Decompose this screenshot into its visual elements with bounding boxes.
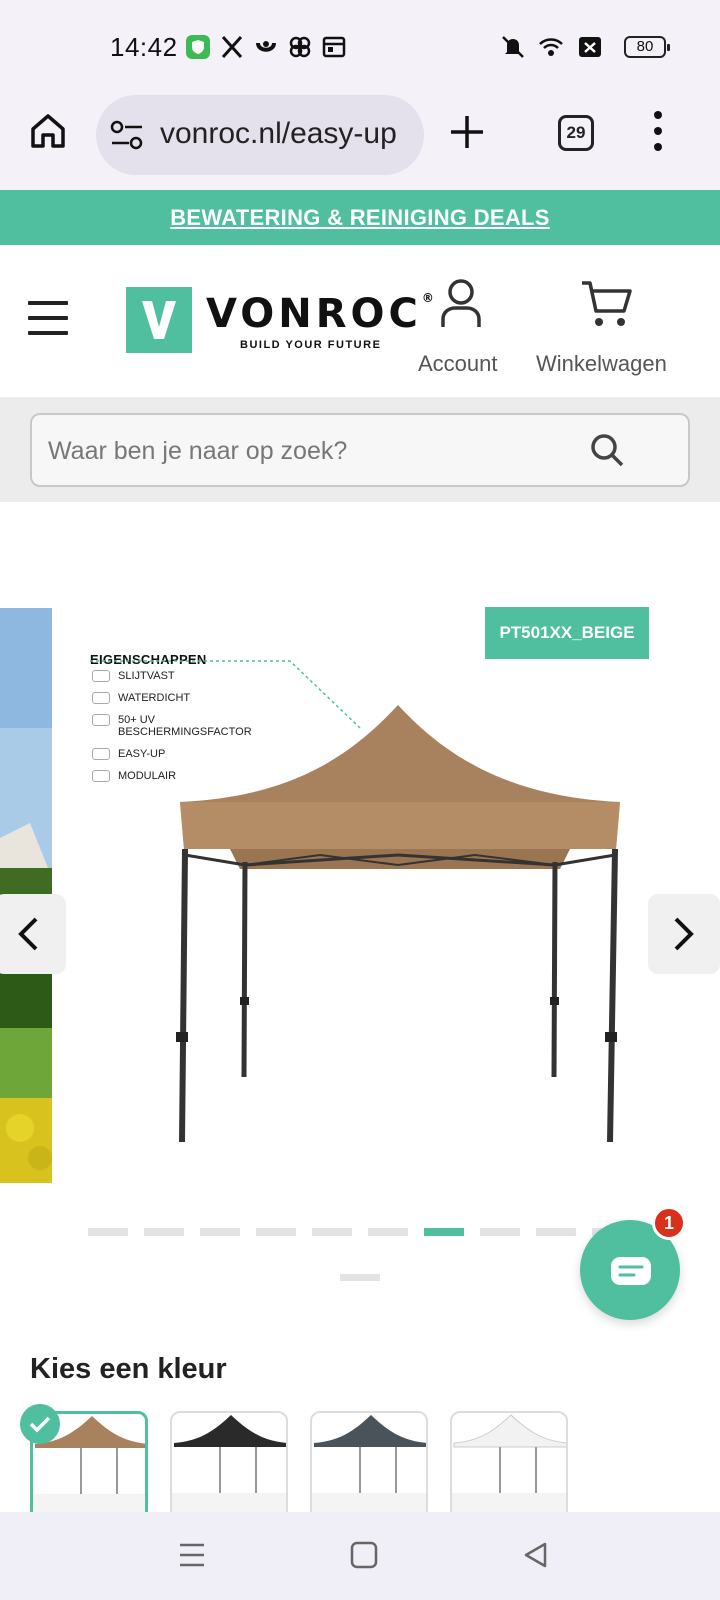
logo-mark[interactable] [126, 287, 192, 353]
promo-banner-link[interactable]: BEWATERING & REINIGING DEALS [170, 205, 550, 230]
gallery-dot[interactable] [368, 1228, 408, 1236]
gallery-prev-button[interactable] [0, 894, 66, 974]
home-icon[interactable] [28, 111, 68, 151]
promo-banner[interactable]: BEWATERING & REINIGING DEALS [0, 190, 720, 245]
cart-label[interactable]: Winkelwagen [536, 351, 667, 377]
property-item: EASY-UP [92, 748, 165, 761]
gallery-dot[interactable] [536, 1228, 576, 1236]
sku-badge: PT501XX_BEIGE [485, 607, 649, 659]
secondary-indicator [340, 1274, 380, 1281]
search-section: Waar ben je naar op zoek? [0, 397, 720, 502]
gallery-dot[interactable] [424, 1228, 464, 1236]
chat-icon [611, 1257, 651, 1285]
chat-unread-badge: 1 [652, 1206, 686, 1240]
home-nav-icon[interactable] [350, 1541, 378, 1569]
status-time: 14:42 [110, 32, 178, 62]
back-nav-icon[interactable] [522, 1541, 548, 1569]
x-app-icon [221, 35, 243, 59]
product-gallery: PT501XX_BEIGE EIGENSCHAPPEN SLIJTVAST WA… [0, 502, 720, 1322]
wifi-icon [539, 38, 563, 56]
battery-icon: 80 [624, 36, 670, 58]
url-text: vonroc.nl/easy-up [160, 117, 397, 150]
gallery-dot[interactable] [200, 1228, 240, 1236]
gallery-next-button[interactable] [648, 894, 720, 974]
pinwheel-icon [289, 36, 311, 58]
property-item: SLIJTVAST [92, 670, 175, 683]
color-picker-title: Kies een kleur [30, 1353, 227, 1385]
app-icon [256, 41, 276, 52]
color-swatch-black[interactable] [170, 1411, 288, 1521]
search-placeholder: Waar ben je naar op zoek? [48, 437, 348, 465]
gallery-dot[interactable] [88, 1228, 128, 1236]
new-tab-icon[interactable] [448, 113, 486, 151]
color-swatch-white[interactable] [450, 1411, 568, 1521]
recent-apps-icon[interactable] [178, 1542, 206, 1568]
property-item: 50+ UV [92, 714, 155, 727]
x-box-icon [579, 37, 601, 57]
property-item: MODULAIR [92, 770, 176, 783]
system-nav-bar [0, 1512, 720, 1600]
tab-switcher-button[interactable]: 29 [558, 115, 594, 151]
color-swatch-grey[interactable] [310, 1411, 428, 1521]
cart-icon[interactable] [580, 279, 632, 329]
brand-tagline: BUILD YOUR FUTURE [240, 339, 382, 351]
product-image-tent [176, 705, 620, 1143]
calendar-icon [322, 36, 346, 58]
site-header: VONROC® BUILD YOUR FUTURE Account Winkel… [0, 245, 720, 397]
brand-logo-text[interactable]: VONROC® [206, 291, 434, 337]
search-icon[interactable] [588, 431, 626, 469]
gallery-dot[interactable] [256, 1228, 296, 1236]
chevron-left-icon [18, 917, 38, 951]
hamburger-menu-icon[interactable] [28, 301, 68, 335]
search-input[interactable]: Waar ben je naar op zoek? [30, 413, 690, 487]
gallery-dot[interactable] [144, 1228, 184, 1236]
gallery-dot[interactable] [480, 1228, 520, 1236]
selected-check-icon [20, 1404, 60, 1444]
chevron-right-icon [674, 917, 694, 951]
account-icon[interactable] [440, 277, 482, 329]
browser-toolbar: vonroc.nl/easy-up 29 [0, 95, 720, 190]
address-bar[interactable]: vonroc.nl/easy-up [96, 95, 424, 175]
truncated-heading [32, 502, 212, 506]
mute-icon [502, 36, 524, 58]
gallery-dot[interactable] [312, 1228, 352, 1236]
account-label[interactable]: Account [418, 351, 498, 377]
shield-app-icon [186, 35, 210, 59]
site-settings-icon[interactable] [110, 119, 144, 151]
status-bar: 14:42 80 [0, 0, 720, 95]
more-menu-icon[interactable] [650, 109, 666, 155]
